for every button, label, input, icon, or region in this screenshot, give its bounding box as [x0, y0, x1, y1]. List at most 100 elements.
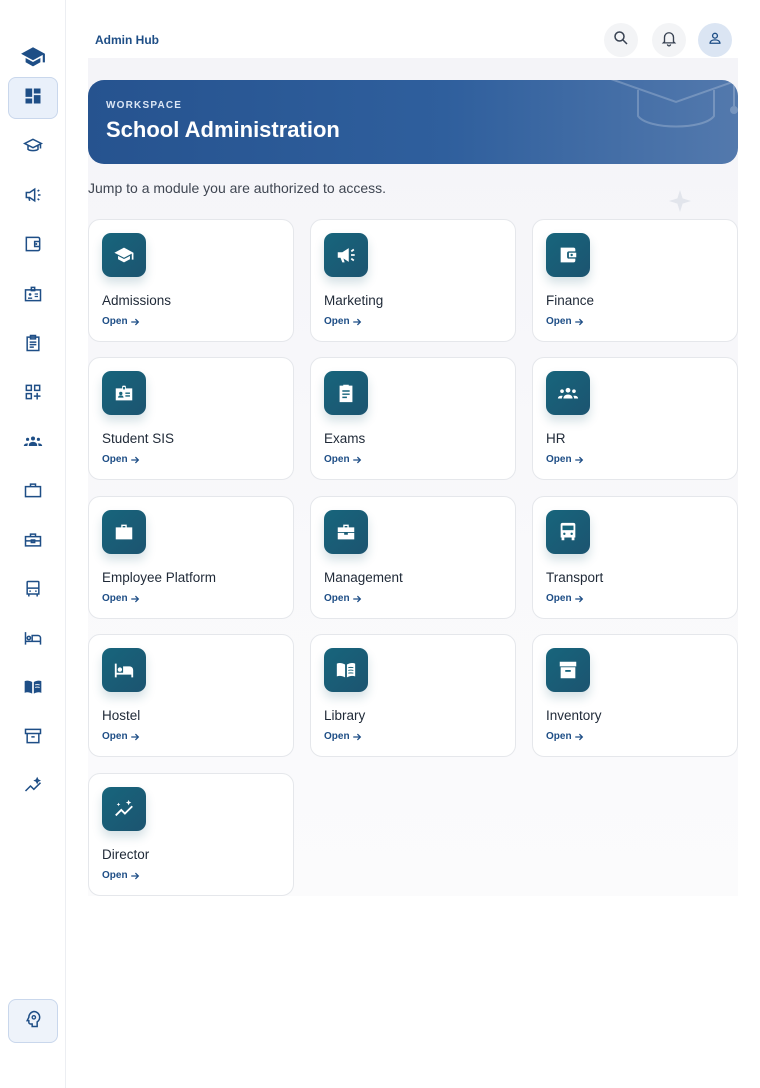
module-title: Director: [102, 847, 150, 862]
wallet-icon: [23, 234, 43, 259]
module-card-marketing[interactable]: Marketing Open: [310, 219, 516, 342]
id-badge-icon: [23, 284, 43, 309]
open-label: Open: [546, 316, 572, 327]
module-card-hr[interactable]: HR Open: [532, 357, 738, 480]
open-link[interactable]: Open: [546, 593, 584, 604]
add-widget-icon: [23, 382, 43, 407]
arrow-right-icon: [352, 595, 361, 602]
arrow-right-icon: [130, 595, 139, 602]
hero-banner: WORKSPACE School Administration: [88, 80, 738, 164]
open-link[interactable]: Open: [546, 316, 584, 327]
open-label: Open: [546, 454, 572, 465]
bus-icon: [546, 510, 590, 554]
open-label: Open: [102, 731, 128, 742]
open-link[interactable]: Open: [324, 731, 362, 742]
sidebar-item-director[interactable]: [8, 767, 58, 809]
module-card-exams[interactable]: Exams Open: [310, 357, 516, 480]
open-link[interactable]: Open: [102, 870, 140, 881]
person-icon: [706, 29, 724, 52]
arrow-right-icon: [574, 733, 583, 740]
search-button[interactable]: [604, 23, 638, 57]
page-subtitle: Jump to a module you are authorized to a…: [88, 180, 387, 196]
sidebar-item-student-sis[interactable]: [8, 275, 58, 317]
briefcase-icon: [23, 480, 43, 505]
logo-graduation-cap-icon[interactable]: [18, 42, 48, 72]
module-card-student-sis[interactable]: Student SIS Open: [88, 357, 294, 480]
sidebar-item-transport[interactable]: [8, 570, 58, 612]
archive-icon: [23, 726, 43, 751]
open-label: Open: [546, 731, 572, 742]
open-link[interactable]: Open: [324, 593, 362, 604]
module-card-management[interactable]: Management Open: [310, 496, 516, 619]
module-title: Student SIS: [102, 431, 175, 446]
module-card-hostel[interactable]: Hostel Open: [88, 634, 294, 757]
group-icon: [546, 371, 590, 415]
module-title: Marketing: [324, 293, 384, 308]
open-label: Open: [324, 316, 350, 327]
analytics-icon: [23, 776, 43, 801]
graduation-cap-icon: [102, 233, 146, 277]
clipboard-icon: [324, 371, 368, 415]
open-label: Open: [102, 454, 128, 465]
arrow-right-icon: [352, 318, 361, 325]
module-title: Exams: [324, 431, 366, 446]
dashboard-icon: [23, 86, 43, 111]
arrow-right-icon: [130, 456, 139, 463]
book-icon: [23, 677, 43, 702]
sidebar-item-library[interactable]: [8, 668, 58, 710]
open-link[interactable]: Open: [102, 316, 140, 327]
open-label: Open: [324, 454, 350, 465]
book-icon: [324, 648, 368, 692]
briefcase-icon: [102, 510, 146, 554]
arrow-right-icon: [352, 456, 361, 463]
module-card-library[interactable]: Library Open: [310, 634, 516, 757]
sidebar-item-management[interactable]: [8, 521, 58, 563]
arrow-right-icon: [130, 872, 139, 879]
sidebar-item-widgets[interactable]: [8, 373, 58, 415]
sidebar: [0, 0, 66, 1088]
open-link[interactable]: Open: [546, 454, 584, 465]
sidebar-item-inventory[interactable]: [8, 717, 58, 759]
open-link[interactable]: Open: [102, 593, 140, 604]
module-card-director[interactable]: Director Open: [88, 773, 294, 896]
megaphone-icon: [324, 233, 368, 277]
sidebar-item-exams[interactable]: [8, 324, 58, 366]
module-card-finance[interactable]: Finance Open: [532, 219, 738, 342]
wallet-icon: [546, 233, 590, 277]
sidebar-item-hostel[interactable]: [8, 619, 58, 661]
search-icon: [612, 29, 630, 52]
hero-eyebrow: WORKSPACE: [106, 100, 183, 111]
bus-icon: [23, 579, 43, 604]
open-link[interactable]: Open: [324, 454, 362, 465]
sidebar-item-assistant[interactable]: [8, 999, 58, 1043]
sidebar-item-hr[interactable]: [8, 422, 58, 464]
module-card-inventory[interactable]: Inventory Open: [532, 634, 738, 757]
module-title: Hostel: [102, 708, 141, 723]
open-link[interactable]: Open: [546, 731, 584, 742]
sidebar-item-marketing[interactable]: [8, 176, 58, 218]
module-card-employee-platform[interactable]: Employee Platform Open: [88, 496, 294, 619]
arrow-right-icon: [574, 456, 583, 463]
module-card-admissions[interactable]: Admissions Open: [88, 219, 294, 342]
graduation-cap-icon: [22, 136, 44, 161]
group-icon: [23, 431, 43, 456]
module-title: Finance: [546, 293, 595, 308]
sidebar-item-employee-platform[interactable]: [8, 471, 58, 513]
archive-icon: [546, 648, 590, 692]
module-title: Management: [324, 570, 403, 585]
open-link[interactable]: Open: [102, 731, 140, 742]
page-title: School Administration: [106, 117, 340, 142]
sparkle-icon: [669, 190, 691, 212]
notifications-button[interactable]: [652, 23, 686, 57]
open-link[interactable]: Open: [102, 454, 140, 465]
open-link[interactable]: Open: [324, 316, 362, 327]
module-title: HR: [546, 431, 566, 446]
module-card-transport[interactable]: Transport Open: [532, 496, 738, 619]
psychology-icon: [23, 1009, 43, 1034]
id-badge-icon: [102, 371, 146, 415]
profile-button[interactable]: [698, 23, 732, 57]
sidebar-item-finance[interactable]: [8, 225, 58, 267]
sidebar-item-dashboard[interactable]: [8, 77, 58, 119]
sidebar-item-admissions[interactable]: [8, 127, 58, 169]
bed-icon: [102, 648, 146, 692]
